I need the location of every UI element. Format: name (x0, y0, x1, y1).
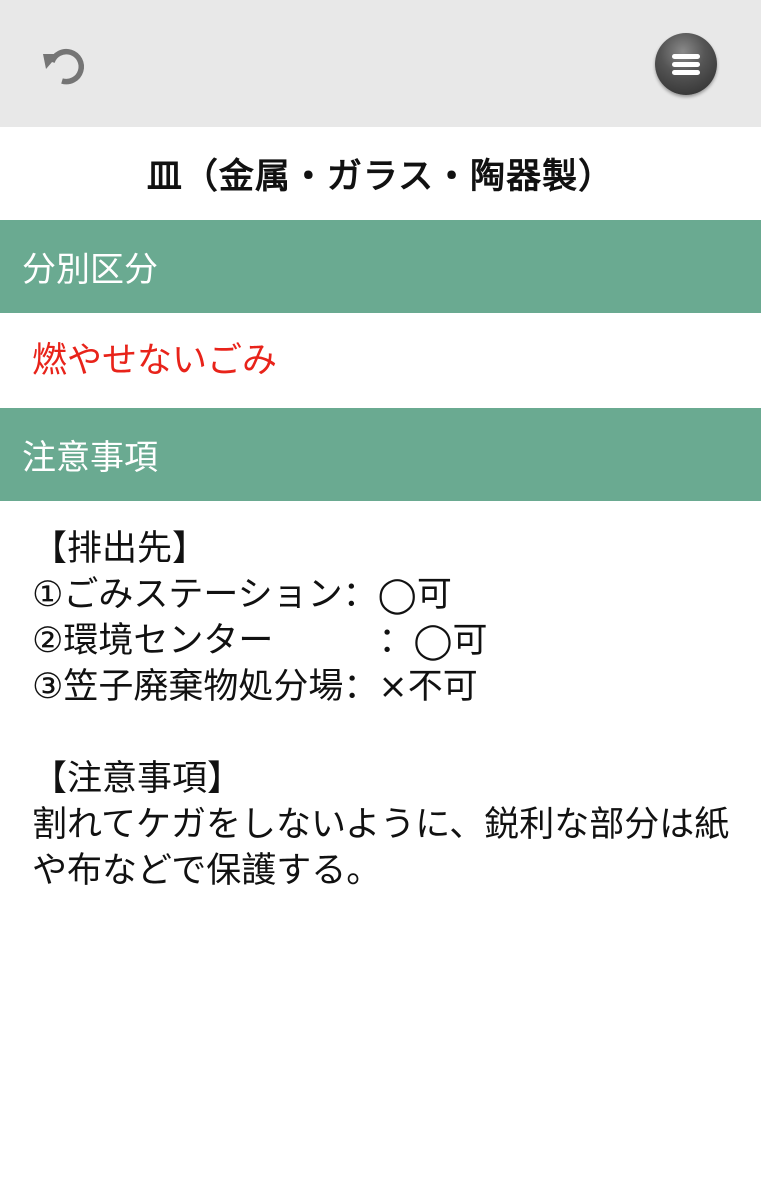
destination-item: ③笠子廃棄物処分場：×不可 (32, 667, 478, 707)
top-bar (0, 0, 761, 127)
notes-section-header: 注意事項 (0, 408, 761, 501)
destination-item: ①ごみステーション：◯可 (32, 575, 452, 615)
page-title: 皿（金属・ガラス・陶器製） (146, 157, 615, 197)
destination-item: ②環境センター ：◯可 (32, 621, 488, 661)
cautions-heading: 【注意事項】 (32, 759, 243, 799)
category-value: 燃やせないごみ (32, 341, 278, 381)
destinations-heading: 【排出先】 (32, 529, 208, 569)
hamburger-menu-icon[interactable] (655, 33, 717, 95)
notes-body: 【排出先】 ①ごみステーション：◯可 ②環境センター ：◯可 ③笠子廃棄物処分場… (32, 526, 732, 894)
cautions-text: 割れてケガをしないように、鋭利な部分は紙や布などで保護する。 (32, 805, 730, 891)
app-screen: 皿（金属・ガラス・陶器製） 分別区分 燃やせないごみ 注意事項 【排出先】 ①ご… (0, 0, 761, 1200)
category-section-header: 分別区分 (0, 220, 761, 313)
undo-icon[interactable] (40, 40, 92, 92)
